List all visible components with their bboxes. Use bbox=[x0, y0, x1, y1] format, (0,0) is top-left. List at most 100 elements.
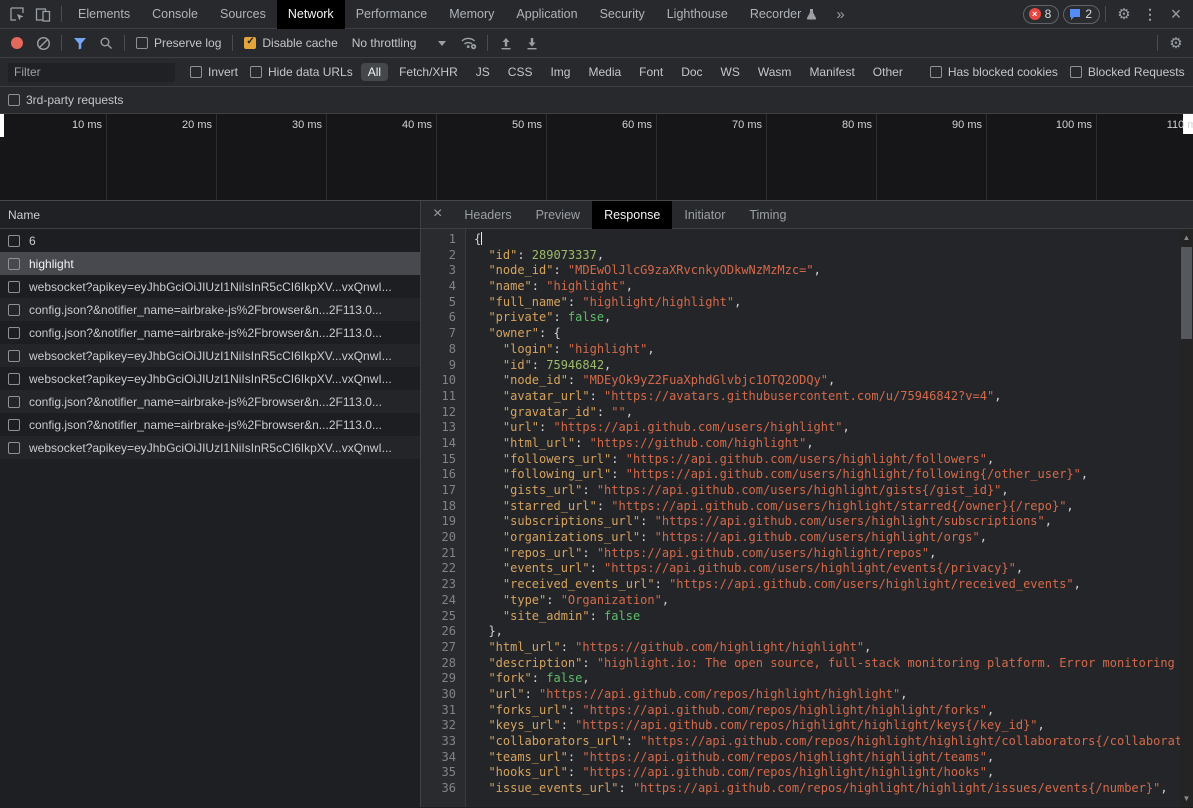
resource-type-filter[interactable]: Font bbox=[632, 63, 670, 81]
settings-gear-icon[interactable]: ⚙ bbox=[1111, 1, 1137, 27]
detail-tab[interactable]: Timing bbox=[737, 201, 798, 229]
export-har-icon[interactable] bbox=[519, 30, 545, 56]
scrollbar-thumb[interactable] bbox=[1181, 247, 1192, 339]
response-line: 32 "keys_url": "https://api.github.com/r… bbox=[421, 718, 1193, 734]
line-content: "events_url": "https://api.github.com/us… bbox=[465, 561, 1023, 577]
hide-data-urls-checkbox[interactable]: Hide data URLs bbox=[250, 65, 353, 79]
detail-tab[interactable]: Response bbox=[592, 201, 672, 229]
filter-funnel-icon[interactable] bbox=[67, 30, 93, 56]
request-checkbox[interactable] bbox=[8, 327, 20, 339]
checkbox[interactable] bbox=[1070, 66, 1082, 78]
close-detail-icon[interactable]: × bbox=[421, 205, 452, 225]
panel-tab[interactable]: Network bbox=[277, 0, 345, 29]
search-icon[interactable] bbox=[93, 30, 119, 56]
panel-tab[interactable]: Lighthouse bbox=[656, 0, 739, 29]
panel-tab[interactable]: Security bbox=[589, 0, 656, 29]
resource-type-filter[interactable]: Wasm bbox=[751, 63, 799, 81]
resource-type-filter[interactable]: All bbox=[361, 63, 388, 81]
line-number: 8 bbox=[421, 342, 465, 358]
panel-tab[interactable]: Console bbox=[141, 0, 209, 29]
invert-checkbox[interactable]: Invert bbox=[190, 65, 238, 79]
device-toolbar-icon[interactable] bbox=[30, 1, 56, 27]
panel-tab[interactable]: Recorder bbox=[739, 0, 828, 29]
response-editor[interactable]: 1 { 2 "id": 289073337, 3 "node_id": "MDE… bbox=[421, 229, 1193, 807]
divider bbox=[1105, 6, 1106, 22]
detail-tab[interactable]: Preview bbox=[524, 201, 592, 229]
network-overview-timeline[interactable]: 10 ms 20 ms 30 ms 40 ms 50 ms 60 ms 70 m… bbox=[0, 114, 1193, 201]
name-column-header[interactable]: Name bbox=[0, 201, 420, 229]
request-row[interactable]: websocket?apikey=eyJhbGciOiJIUzI1NiIsInR… bbox=[0, 436, 420, 459]
invert-label: Invert bbox=[208, 65, 238, 79]
request-row[interactable]: websocket?apikey=eyJhbGciOiJIUzI1NiIsInR… bbox=[0, 344, 420, 367]
request-row[interactable]: config.json?&notifier_name=airbrake-js%2… bbox=[0, 298, 420, 321]
message-bubble-icon bbox=[1069, 8, 1081, 20]
request-row[interactable]: websocket?apikey=eyJhbGciOiJIUzI1NiIsInR… bbox=[0, 275, 420, 298]
close-devtools-icon[interactable]: × bbox=[1163, 1, 1189, 27]
panel-tab-label: Lighthouse bbox=[667, 7, 728, 21]
inspect-element-icon[interactable] bbox=[4, 1, 30, 27]
resource-type-filter[interactable]: CSS bbox=[501, 63, 540, 81]
checkbox[interactable] bbox=[250, 66, 262, 78]
resource-type-filter[interactable]: JS bbox=[469, 63, 497, 81]
checkbox[interactable] bbox=[190, 66, 202, 78]
request-checkbox[interactable] bbox=[8, 235, 20, 247]
checkbox[interactable] bbox=[136, 37, 148, 49]
response-scrollbar[interactable]: ▲ ▼ bbox=[1180, 229, 1193, 807]
detail-tab[interactable]: Headers bbox=[452, 201, 523, 229]
more-tabs-button[interactable]: » bbox=[828, 6, 852, 23]
panel-tab[interactable]: Memory bbox=[438, 0, 505, 29]
resource-type-filter[interactable]: Other bbox=[866, 63, 910, 81]
import-har-icon[interactable] bbox=[493, 30, 519, 56]
request-row[interactable]: config.json?&notifier_name=airbrake-js%2… bbox=[0, 390, 420, 413]
request-checkbox[interactable] bbox=[8, 258, 20, 270]
resource-type-filter[interactable]: WS bbox=[714, 63, 747, 81]
checkbox[interactable] bbox=[8, 94, 20, 106]
response-line: 35 "hooks_url": "https://api.github.com/… bbox=[421, 765, 1193, 781]
preserve-log-checkbox[interactable]: Preserve log bbox=[136, 36, 221, 50]
request-row[interactable]: config.json?&notifier_name=airbrake-js%2… bbox=[0, 413, 420, 436]
third-party-requests-checkbox[interactable]: 3rd-party requests bbox=[8, 93, 123, 107]
line-number: 1 bbox=[421, 232, 465, 248]
resource-type-filter[interactable]: Img bbox=[543, 63, 577, 81]
request-row[interactable]: config.json?&notifier_name=airbrake-js%2… bbox=[0, 321, 420, 344]
scroll-up-arrow-icon[interactable]: ▲ bbox=[1180, 231, 1193, 244]
network-settings-gear-icon[interactable]: ⚙ bbox=[1163, 30, 1189, 56]
checkbox[interactable] bbox=[930, 66, 942, 78]
console-errors-badge[interactable]: × 8 bbox=[1023, 5, 1060, 24]
request-checkbox[interactable] bbox=[8, 373, 20, 385]
request-checkbox[interactable] bbox=[8, 304, 20, 316]
resource-type-filter[interactable]: Doc bbox=[674, 63, 709, 81]
kebab-menu-icon[interactable]: ⋮ bbox=[1137, 1, 1163, 27]
blocked-requests-checkbox[interactable]: Blocked Requests bbox=[1070, 65, 1185, 79]
disable-cache-checkbox[interactable]: Disable cache bbox=[244, 36, 337, 50]
request-row[interactable]: highlight bbox=[0, 252, 420, 275]
resource-type-filter[interactable]: Fetch/XHR bbox=[392, 63, 465, 81]
request-checkbox[interactable] bbox=[8, 396, 20, 408]
clear-network-log-icon[interactable] bbox=[30, 30, 56, 56]
panel-tab-label: Recorder bbox=[750, 7, 801, 21]
resource-type-filter[interactable]: Manifest bbox=[802, 63, 861, 81]
request-row[interactable]: websocket?apikey=eyJhbGciOiJIUzI1NiIsInR… bbox=[0, 367, 420, 390]
request-row[interactable]: 6 bbox=[0, 229, 420, 252]
console-messages-badge[interactable]: 2 bbox=[1063, 5, 1100, 24]
request-checkbox[interactable] bbox=[8, 350, 20, 362]
throttling-select[interactable]: No throttling bbox=[352, 36, 447, 50]
network-conditions-icon[interactable] bbox=[456, 30, 482, 56]
panel-tab[interactable]: Sources bbox=[209, 0, 277, 29]
panel-tab[interactable]: Application bbox=[505, 0, 588, 29]
resource-type-filter[interactable]: Media bbox=[581, 63, 628, 81]
request-checkbox[interactable] bbox=[8, 281, 20, 293]
response-line: 28 "description": "highlight.io: The ope… bbox=[421, 656, 1193, 672]
filter-input[interactable] bbox=[8, 63, 175, 82]
has-blocked-cookies-checkbox[interactable]: Has blocked cookies bbox=[930, 65, 1058, 79]
scroll-down-arrow-icon[interactable]: ▼ bbox=[1180, 792, 1193, 805]
record-network-log-button[interactable] bbox=[11, 37, 23, 49]
request-checkbox[interactable] bbox=[8, 419, 20, 431]
panel-tab[interactable]: Elements bbox=[67, 0, 141, 29]
detail-tab[interactable]: Initiator bbox=[672, 201, 737, 229]
checkbox-checked[interactable] bbox=[244, 37, 256, 49]
request-name: websocket?apikey=eyJhbGciOiJIUzI1NiIsInR… bbox=[29, 349, 392, 363]
request-checkbox[interactable] bbox=[8, 442, 20, 454]
line-content: "html_url": "https://github.com/highligh… bbox=[465, 640, 871, 656]
panel-tab[interactable]: Performance bbox=[345, 0, 439, 29]
